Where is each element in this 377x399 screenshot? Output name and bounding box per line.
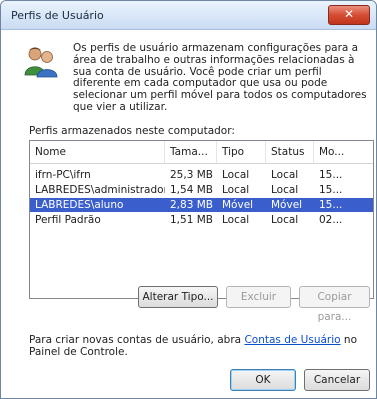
user-accounts-link[interactable]: Contas de Usuário: [244, 334, 340, 346]
cell-modified: 15...: [319, 184, 343, 196]
cell-type: Local: [222, 169, 250, 181]
table-row[interactable]: Perfil Padrão 1,51 MB Local Local 02...: [30, 213, 373, 227]
cell-status: Móvel: [271, 199, 303, 211]
cell-modified: 02...: [319, 214, 343, 226]
user-profiles-dialog: Perfis de Usuário ✕ Os perfis de usuário…: [0, 0, 377, 399]
cell-modified: 15...: [319, 199, 343, 211]
users-icon: [24, 47, 58, 78]
cell-status: Local: [271, 169, 299, 181]
cell-type: Local: [222, 214, 250, 226]
cell-size: 25,3 MB: [170, 169, 213, 181]
table-row-selected[interactable]: LABREDES\aluno 2,83 MB Móvel Móvel 15...: [30, 198, 373, 212]
cell-size: 1,51 MB: [170, 214, 213, 226]
footer-text-before: Para criar novas contas de usuário, abra: [29, 334, 245, 346]
footer-text: Para criar novas contas de usuário, abra…: [29, 334, 369, 358]
table-row[interactable]: LABREDES\administrador 1,54 MB Local Loc…: [30, 183, 373, 197]
cell-type: Local: [222, 184, 250, 196]
profiles-list-label: Perfis armazenados neste computador:: [29, 125, 235, 137]
copy-to-button[interactable]: Copiar para...: [299, 286, 370, 323]
cell-size: 2,83 MB: [170, 199, 213, 211]
cell-size: 1,54 MB: [170, 184, 213, 196]
dialog-content: Os perfis de usuário armazenam configura…: [1, 30, 376, 398]
table-row[interactable]: ifrn-PC\ifrn 25,3 MB Local Local 15...: [30, 168, 373, 182]
list-header: Nome Tama... Tipo Status Mo...: [30, 141, 373, 164]
title-bar[interactable]: Perfis de Usuário ✕: [1, 1, 376, 30]
delete-button[interactable]: Excluir: [226, 286, 291, 308]
cell-name: Perfil Padrão: [35, 214, 101, 226]
cell-type: Móvel: [222, 199, 254, 211]
intro-text: Os perfis de usuário armazenam configura…: [73, 42, 367, 113]
column-header-status[interactable]: Status: [266, 141, 314, 163]
close-button[interactable]: ✕: [328, 5, 370, 25]
cell-modified: 15...: [319, 169, 343, 181]
column-header-modified[interactable]: Mo...: [314, 141, 373, 163]
cell-status: Local: [271, 184, 299, 196]
window-title: Perfis de Usuário: [11, 9, 104, 22]
column-header-size[interactable]: Tama...: [165, 141, 217, 163]
change-type-button[interactable]: Alterar Tipo...: [138, 286, 218, 308]
cell-name: ifrn-PC\ifrn: [35, 169, 91, 181]
close-icon: ✕: [343, 7, 355, 21]
cell-name: LABREDES\administrador: [35, 184, 165, 196]
cell-status: Local: [271, 214, 299, 226]
cancel-button[interactable]: Cancelar: [304, 369, 370, 391]
profiles-list[interactable]: Nome Tama... Tipo Status Mo... ifrn-PC\i…: [29, 140, 374, 299]
column-header-name[interactable]: Nome: [30, 141, 165, 163]
ok-button[interactable]: OK: [230, 369, 296, 391]
cell-name: LABREDES\aluno: [35, 199, 124, 211]
column-header-type[interactable]: Tipo: [217, 141, 266, 163]
